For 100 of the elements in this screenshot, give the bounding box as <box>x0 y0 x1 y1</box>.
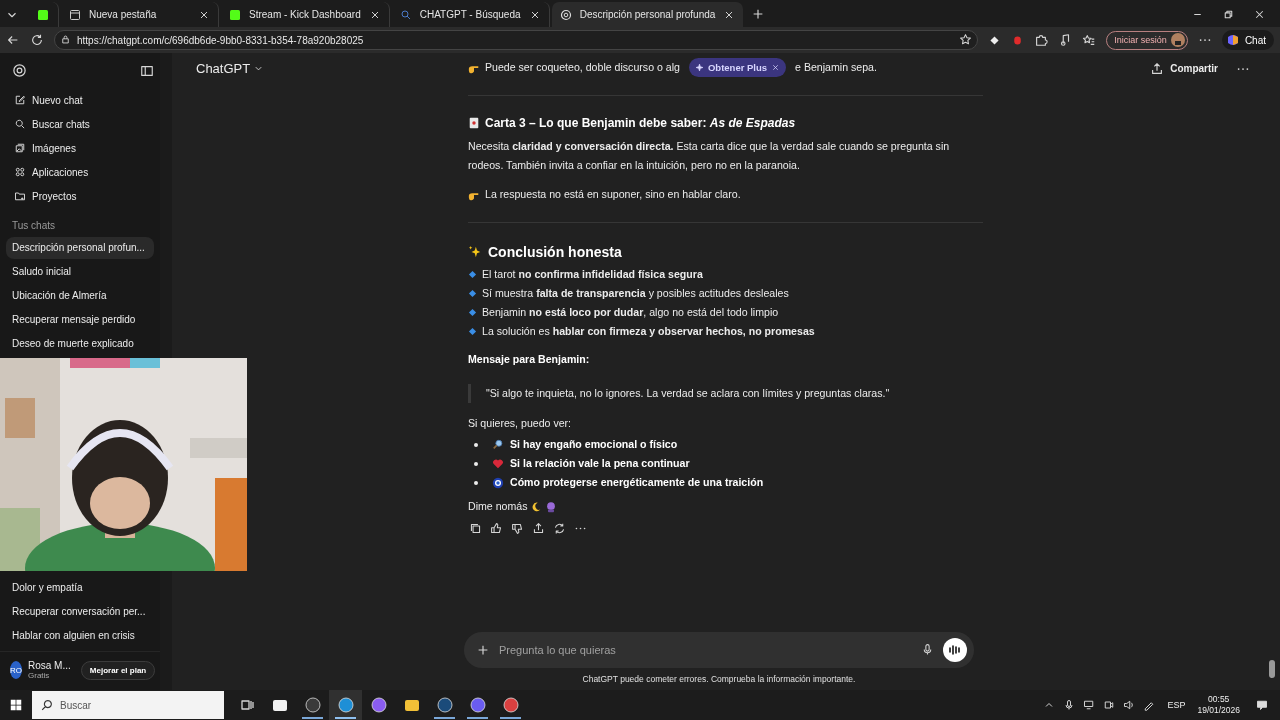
square-logo-icon <box>37 8 49 21</box>
clock-time: 00:55 <box>1208 694 1230 705</box>
camera-icon[interactable] <box>1103 699 1116 711</box>
sidebar-item[interactable]: Proyectos <box>0 184 160 208</box>
thumbs-up-icon[interactable] <box>490 522 503 535</box>
app-icon <box>436 697 453 713</box>
message-label: Mensaje para Benjamin: <box>468 352 591 367</box>
app-icon <box>370 697 387 713</box>
app-icon <box>469 697 486 713</box>
close-icon[interactable] <box>771 63 781 72</box>
user-avatar[interactable]: RO <box>10 661 22 679</box>
folder-icon <box>403 697 420 713</box>
card-icon <box>468 117 480 129</box>
bullet-text: El tarot no confirma infidelidad física segura <box>482 267 703 282</box>
plan-label: Gratis <box>28 671 51 680</box>
voice-button[interactable] <box>943 638 967 662</box>
tip-text: Puede ser coqueteo, doble discurso o alg <box>485 60 680 75</box>
microphone-icon[interactable] <box>1063 699 1076 711</box>
diamond-icon <box>468 327 477 336</box>
microphone-icon[interactable] <box>921 643 934 656</box>
chat-item[interactable]: Dolor y empatía <box>6 577 154 599</box>
chat-item[interactable]: Saludo inicial <box>6 261 154 283</box>
copy-icon[interactable] <box>469 522 482 535</box>
sign-off-text: Dime nomás <box>468 499 528 514</box>
puzzle-icon[interactable] <box>1034 33 1049 47</box>
avatar-icon <box>1170 33 1185 47</box>
taskbar-app[interactable] <box>329 690 362 720</box>
task-view-icon <box>238 697 255 713</box>
copilot-button[interactable]: Chat <box>1221 30 1274 50</box>
heart-icon <box>492 457 504 470</box>
bullet-text: Sí muestra falta de transparencia y posibles actitudes desleales <box>482 286 789 301</box>
diamond-icon <box>468 270 477 279</box>
sidebar-item[interactable]: Nuevo chat <box>0 88 160 112</box>
address-field[interactable]: https://chatgpt.com/c/696db6de-9bb0-8331-b354-78a920b28025 <box>54 30 979 50</box>
app-icon <box>502 697 519 713</box>
section-heading: Conclusión honesta <box>488 243 622 262</box>
folder-icon <box>14 190 26 202</box>
sparkle-icon <box>694 63 704 72</box>
sidebar-toggle-icon[interactable] <box>140 63 154 78</box>
get-plus-button[interactable]: Obtener Plus <box>688 58 787 77</box>
chat-item[interactable]: Deseo de muerte explicado <box>6 333 154 355</box>
sidebar-item[interactable]: Buscar chats <box>0 112 160 136</box>
apps-grid-icon <box>14 166 26 178</box>
tip-text: e Benjamin sepa. <box>795 60 877 75</box>
chat-item[interactable]: Ubicación de Almería <box>6 285 154 307</box>
clock-date: 19/01/2026 <box>1197 705 1240 716</box>
search-icon <box>399 8 412 21</box>
option-text: Cómo protegerse energéticamente de una traición <box>510 475 764 490</box>
monitor-icon[interactable] <box>1083 699 1096 711</box>
reload-icon[interactable] <box>30 33 44 47</box>
language-indicator[interactable]: ESP <box>1167 700 1186 710</box>
bullet-text: Benjamin no está loco por dudar, algo no está del todo limpio <box>482 305 779 320</box>
section-label: Tus chats <box>11 219 56 233</box>
square-logo-icon <box>229 8 241 21</box>
chat-item[interactable]: Recuperar conversación per... <box>6 601 154 623</box>
plus-icon[interactable] <box>476 643 490 657</box>
chat-item[interactable]: Descripción personal profun... <box>6 237 154 259</box>
disclaimer-text: ChatGPT puede cometer errores. Comprueba la información importante. <box>582 674 856 684</box>
chat-item[interactable]: Hablar con alguien en crisis <box>6 625 154 647</box>
back-icon[interactable] <box>6 33 20 47</box>
compose-icon <box>14 94 26 106</box>
restore-icon[interactable] <box>1222 8 1235 21</box>
extension-icon[interactable] <box>988 33 1002 47</box>
lock-icon <box>60 34 71 45</box>
favorites-icon[interactable] <box>1082 33 1097 47</box>
sidebar-item[interactable]: Imágenes <box>0 136 160 160</box>
regenerate-icon[interactable] <box>553 522 566 535</box>
star-icon[interactable] <box>959 33 973 46</box>
page-icon <box>69 8 81 21</box>
paragraph: Si quieres, puedo ver: <box>468 416 573 431</box>
search-icon <box>40 698 54 712</box>
thumbs-down-icon[interactable] <box>511 522 524 535</box>
sparkles-icon <box>468 245 482 259</box>
sign-in-button[interactable]: Iniciar sesión <box>1106 30 1188 50</box>
model-selector[interactable]: ChatGPT <box>196 61 265 76</box>
diamond-icon <box>468 289 477 298</box>
bullet-dot <box>474 461 478 466</box>
bullet-dot <box>474 442 478 447</box>
flower-logo-icon <box>559 8 572 21</box>
chat-item[interactable]: Recuperar mensaje perdido <box>6 309 154 331</box>
message-input[interactable]: Pregunta lo que quieras <box>464 632 974 668</box>
search-field[interactable]: Buscar <box>32 691 224 719</box>
app-icon <box>304 697 321 713</box>
magnifier-icon <box>492 438 504 451</box>
upgrade-button[interactable]: Mejorar el plan <box>80 660 156 680</box>
option-text: Si hay engaño emocional o físico <box>510 437 678 452</box>
bullet-dot <box>474 480 478 485</box>
volume-icon[interactable] <box>1123 699 1136 711</box>
browser-tab[interactable]: Descripción personal profunda <box>551 2 744 27</box>
pen-icon[interactable] <box>1143 699 1156 711</box>
share-button[interactable]: Compartir <box>1150 61 1218 76</box>
search-icon <box>14 118 26 130</box>
notification-icon[interactable] <box>1256 699 1268 711</box>
eye-amulet-icon <box>492 476 504 489</box>
diamond-icon <box>468 308 477 317</box>
sidebar-item[interactable]: Aplicaciones <box>0 160 160 184</box>
images-icon <box>14 142 26 154</box>
close-icon[interactable] <box>1253 8 1266 21</box>
flower-logo-icon[interactable] <box>12 63 27 78</box>
share-icon[interactable] <box>532 522 545 535</box>
